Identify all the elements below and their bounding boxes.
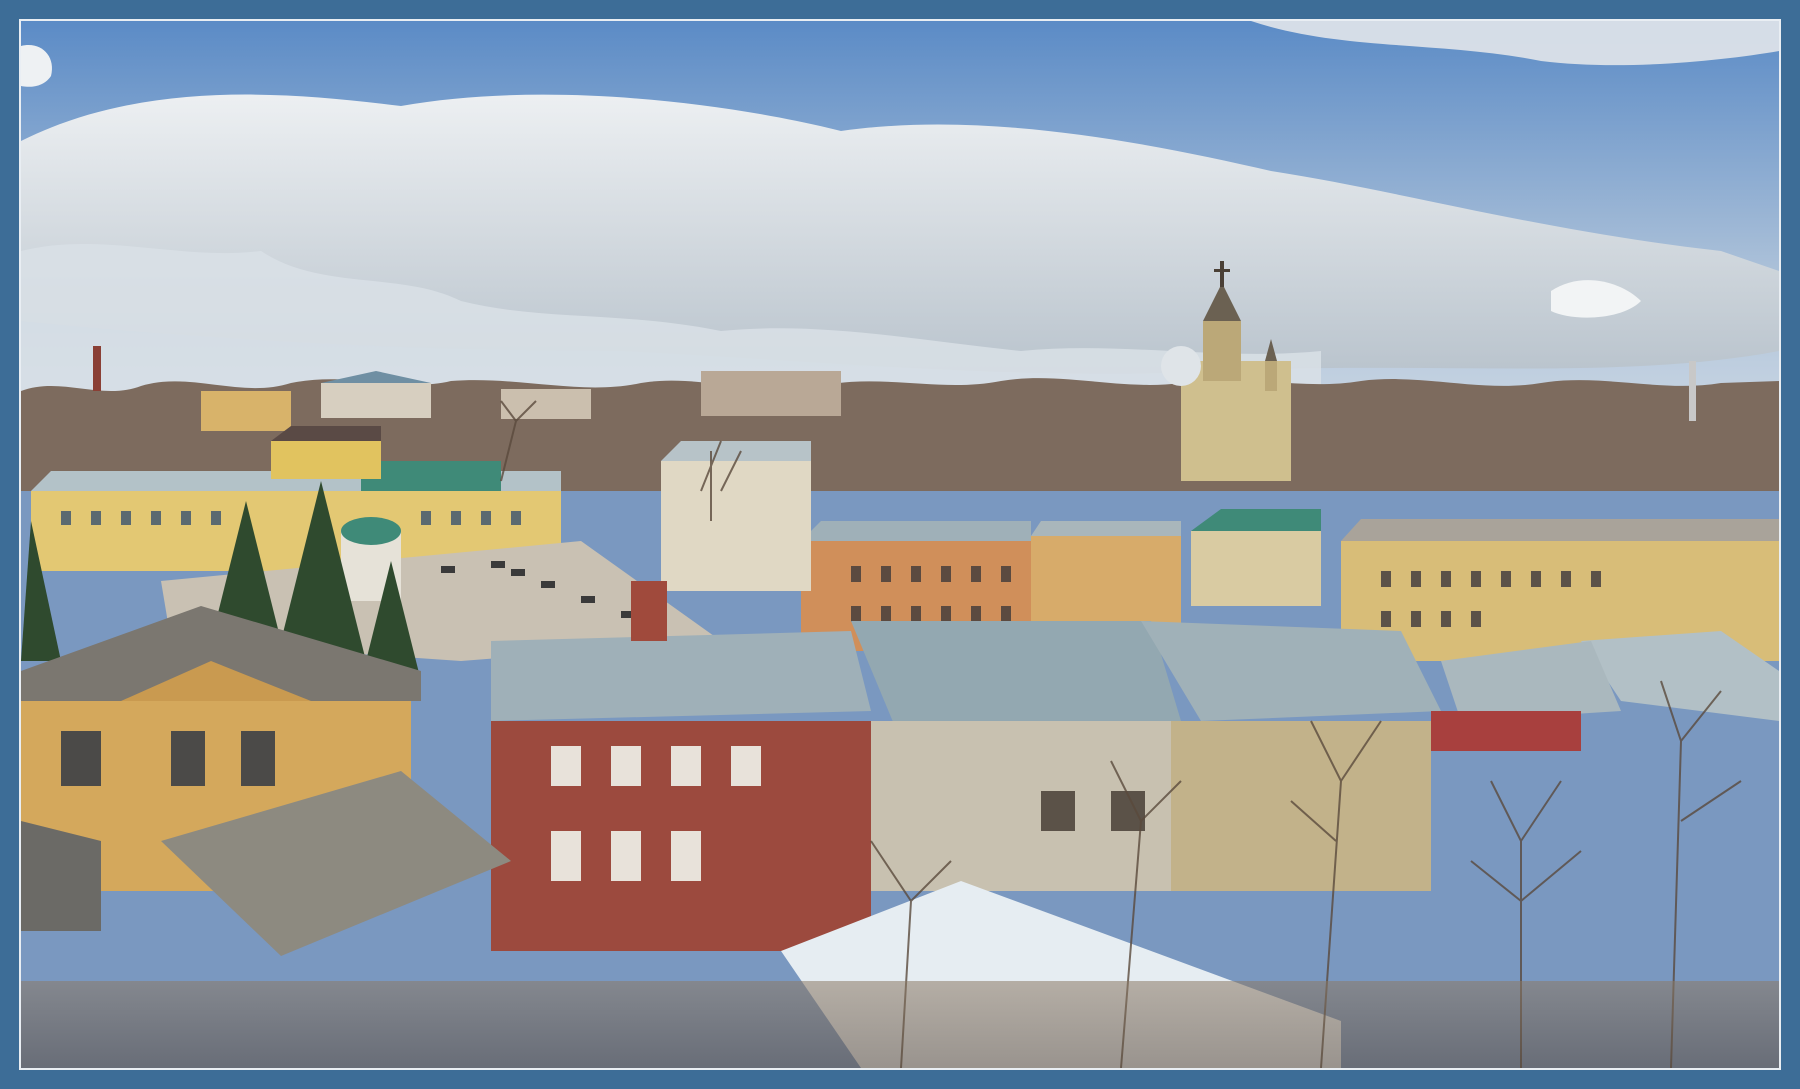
photo-canvas xyxy=(21,21,1779,1068)
grey-building xyxy=(871,721,1431,891)
ground-strip xyxy=(21,981,1779,1068)
town-panorama-photo xyxy=(19,19,1781,1070)
photo-frame xyxy=(0,0,1800,1089)
